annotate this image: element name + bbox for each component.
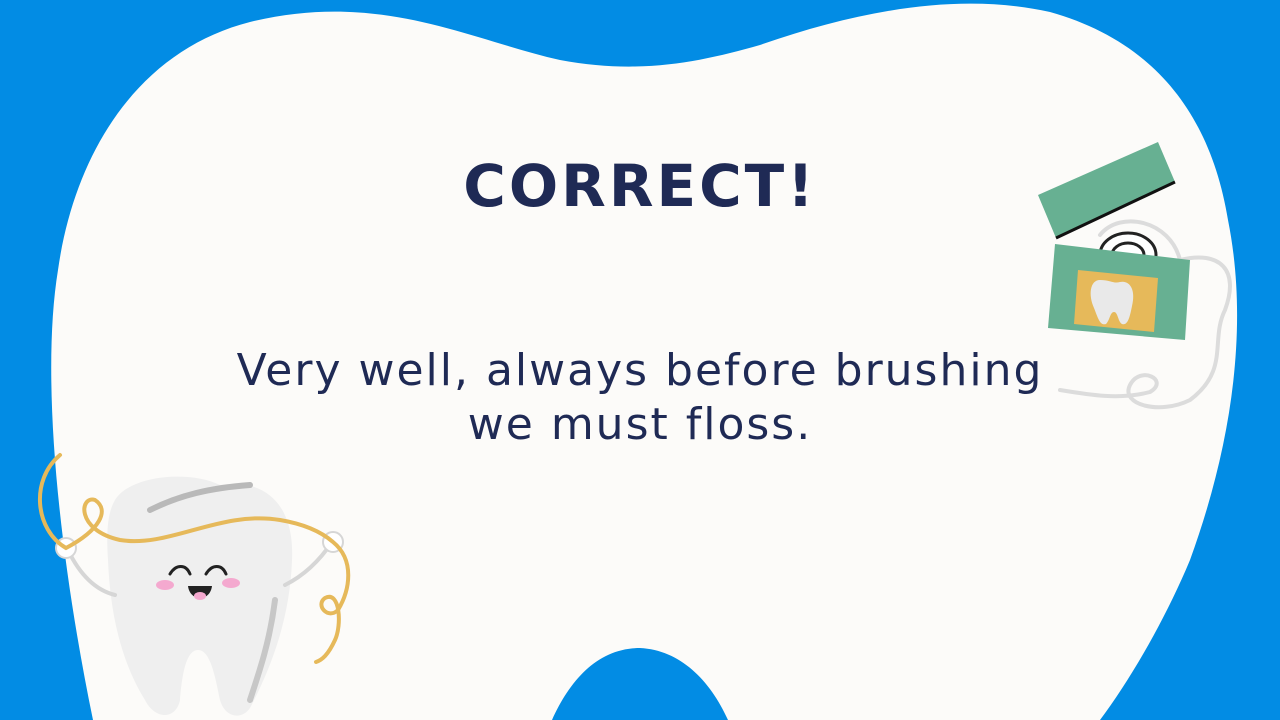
message-text: Very well, always before brushing we mus… — [190, 344, 1090, 452]
message-line-2: we must floss. — [467, 399, 813, 450]
floss-box-icon — [1038, 142, 1232, 410]
message-line-1: Very well, always before brushing — [236, 345, 1044, 396]
smiling-tooth-icon — [38, 453, 351, 716]
